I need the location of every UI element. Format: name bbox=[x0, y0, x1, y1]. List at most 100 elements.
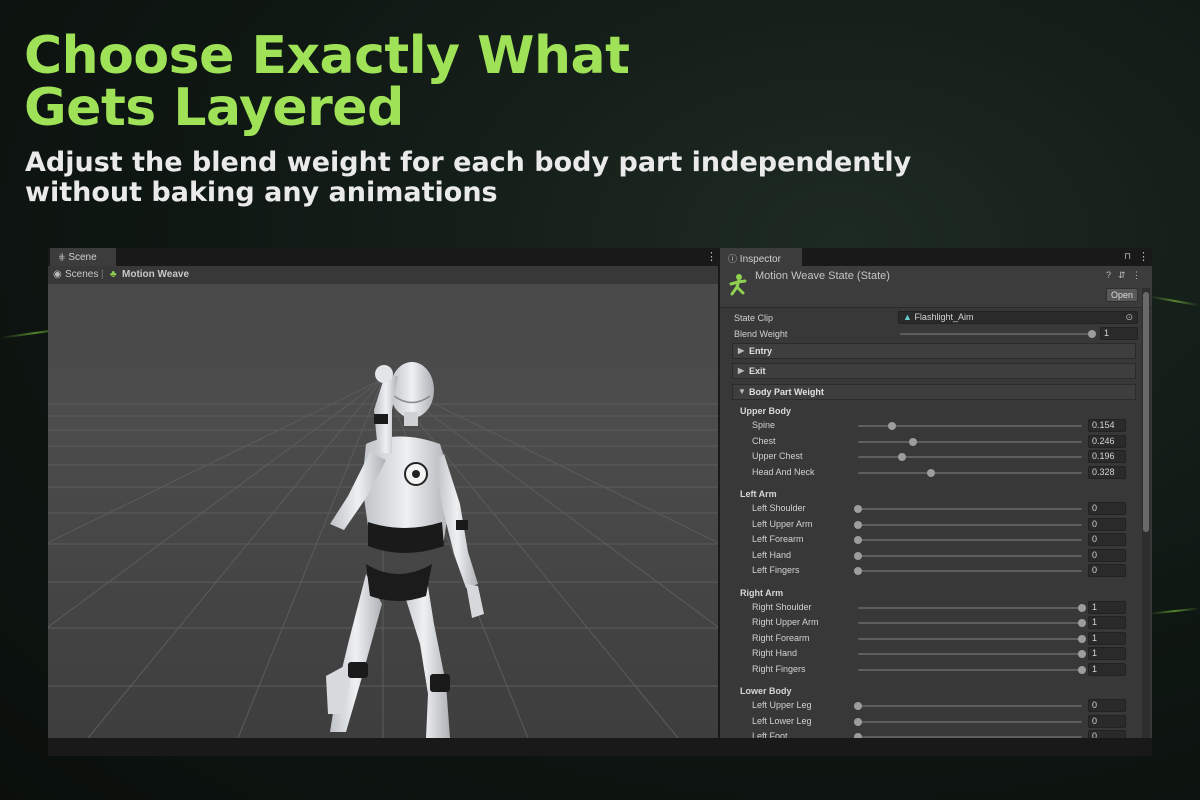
weight-value-field[interactable]: 0 bbox=[1088, 714, 1126, 728]
weight-slider-knob[interactable] bbox=[854, 536, 862, 544]
weight-value-field[interactable]: 0.246 bbox=[1088, 434, 1126, 448]
weight-slider-knob[interactable] bbox=[854, 567, 862, 575]
tab-scene[interactable]: ⋕ Scene bbox=[50, 248, 116, 266]
tab-inspector[interactable]: ⓘ Inspector bbox=[720, 248, 802, 266]
weight-slider-knob[interactable] bbox=[1078, 650, 1086, 658]
weight-value-field[interactable]: 1 bbox=[1088, 631, 1126, 645]
weight-slider-knob[interactable] bbox=[927, 468, 936, 477]
weight-value-field[interactable]: 0 bbox=[1088, 533, 1126, 546]
open-button[interactable]: Open bbox=[1106, 288, 1138, 302]
weight-value-field[interactable]: 0.154 bbox=[1088, 419, 1126, 432]
foldout-body-part-weight[interactable]: ▼ Body Part Weight bbox=[732, 384, 1136, 400]
body-part-label: Right Fingers bbox=[752, 663, 806, 674]
motion-weave-state-icon bbox=[729, 274, 747, 296]
weight-slider-knob[interactable] bbox=[888, 422, 897, 430]
weight-slider-track[interactable] bbox=[858, 554, 1082, 557]
weight-slider-track[interactable] bbox=[858, 539, 1082, 541]
breadcrumb-scenes[interactable]: Scenes bbox=[65, 269, 98, 280]
weight-slider-track[interactable] bbox=[858, 705, 1082, 707]
weight-slider-track[interactable] bbox=[858, 720, 1082, 723]
breadcrumb: ◉ Scenes | ♣ Motion Weave bbox=[48, 266, 718, 284]
group-label: Right Arm bbox=[740, 587, 784, 598]
weight-value-field[interactable]: 0.328 bbox=[1088, 465, 1126, 479]
foldout-exit[interactable]: ▶ Exit bbox=[732, 363, 1136, 379]
weight-slider-track[interactable] bbox=[858, 653, 1082, 655]
foldout-entry[interactable]: ▶ Entry bbox=[732, 343, 1136, 359]
weight-slider-knob[interactable] bbox=[1078, 634, 1086, 643]
weight-slider-knob[interactable] bbox=[854, 505, 862, 513]
foldout-entry-label: Entry bbox=[749, 346, 773, 356]
weight-slider-knob[interactable] bbox=[854, 551, 862, 560]
headline-line-1: Choose Exactly What bbox=[24, 26, 630, 86]
weight-slider-knob[interactable] bbox=[854, 520, 862, 529]
subheadline-line-1: Adjust the blend weight for each body pa… bbox=[25, 147, 912, 178]
weight-slider-track[interactable] bbox=[858, 736, 1082, 738]
body-part-label: Head And Neck bbox=[752, 466, 815, 477]
info-icon: ⓘ bbox=[728, 254, 738, 264]
weight-slider-track[interactable] bbox=[858, 570, 1082, 572]
weight-value-field[interactable]: 0 bbox=[1088, 730, 1126, 738]
kebab-menu-icon[interactable]: ⋮ bbox=[1132, 270, 1141, 281]
blend-weight-value[interactable]: 1 bbox=[1100, 327, 1138, 340]
object-picker-icon[interactable]: ⊙ bbox=[1125, 312, 1133, 323]
unity-editor-window: ⋕ Scene ⋮ ◉ Scenes | ♣ Motion Weave ⓘ In… bbox=[48, 248, 1152, 756]
blend-weight-slider-track[interactable] bbox=[900, 333, 1094, 335]
weight-slider-track[interactable] bbox=[858, 637, 1082, 640]
weight-value-field[interactable]: 0 bbox=[1088, 502, 1126, 515]
chevron-right-icon: ▶ bbox=[738, 366, 745, 375]
scrollbar-thumb[interactable] bbox=[1143, 292, 1149, 532]
foldout-body-part-weight-label: Body Part Weight bbox=[749, 387, 824, 397]
kebab-menu-icon[interactable]: ⋮ bbox=[1138, 250, 1149, 263]
weight-value-field[interactable]: 1 bbox=[1088, 600, 1126, 614]
breadcrumb-motion-weave[interactable]: Motion Weave bbox=[122, 269, 189, 280]
weight-slider-track[interactable] bbox=[858, 622, 1082, 624]
weight-slider-track[interactable] bbox=[858, 440, 1082, 443]
preset-icon[interactable]: ⇵ bbox=[1118, 270, 1126, 281]
weight-value-field[interactable]: 1 bbox=[1088, 616, 1126, 629]
weight-slider-knob[interactable] bbox=[854, 717, 862, 726]
chevron-down-icon: ▼ bbox=[738, 387, 746, 396]
help-icon[interactable]: ? bbox=[1106, 270, 1111, 280]
weight-slider-track[interactable] bbox=[858, 508, 1082, 510]
scene-viewport[interactable] bbox=[48, 284, 718, 738]
weight-slider-track[interactable] bbox=[858, 471, 1082, 474]
weight-slider-knob[interactable] bbox=[854, 702, 862, 710]
kebab-menu-icon[interactable]: ⋮ bbox=[706, 250, 717, 263]
breadcrumb-separator: | bbox=[101, 269, 104, 280]
body-part-label: Right Hand bbox=[752, 648, 798, 658]
weight-slider-knob[interactable] bbox=[909, 437, 918, 446]
state-clip-label: State Clip bbox=[734, 313, 774, 323]
body-part-label: Left Fingers bbox=[752, 565, 800, 575]
inspector-title: Motion Weave State (State) bbox=[755, 270, 890, 282]
body-part-label: Left Foot bbox=[752, 731, 788, 738]
lock-icon[interactable]: ⊓ bbox=[1124, 251, 1131, 262]
inspector-scrollbar[interactable] bbox=[1142, 288, 1150, 738]
scene-panel: ⋕ Scene ⋮ ◉ Scenes | ♣ Motion Weave bbox=[48, 248, 718, 738]
body-part-label: Left Hand bbox=[752, 549, 792, 560]
weight-slider-track[interactable] bbox=[858, 523, 1082, 526]
state-clip-field[interactable]: ▲ Flashlight_Aim ⊙ bbox=[898, 311, 1138, 324]
headline: Choose Exactly What Gets Layered bbox=[24, 26, 630, 134]
body-part-label: Right Forearm bbox=[752, 632, 810, 643]
weight-slider-knob[interactable] bbox=[897, 453, 906, 461]
weight-slider-track[interactable] bbox=[858, 606, 1082, 609]
weight-value-field[interactable]: 0 bbox=[1088, 548, 1126, 562]
weight-slider-knob[interactable] bbox=[1078, 603, 1086, 612]
weight-value-field[interactable]: 0 bbox=[1088, 699, 1126, 712]
body-part-label: Left Lower Leg bbox=[752, 715, 812, 726]
weight-slider-knob[interactable] bbox=[1078, 619, 1086, 627]
weight-value-field[interactable]: 0.196 bbox=[1088, 450, 1126, 463]
body-part-label: Chest bbox=[752, 435, 776, 446]
weight-value-field[interactable]: 0 bbox=[1088, 517, 1126, 531]
weight-slider-knob[interactable] bbox=[854, 733, 862, 738]
blend-weight-slider-knob[interactable] bbox=[1088, 330, 1096, 338]
background-streak bbox=[1150, 295, 1200, 307]
weight-value-field[interactable]: 1 bbox=[1088, 662, 1126, 676]
weight-value-field[interactable]: 0 bbox=[1088, 564, 1126, 577]
weight-value-field[interactable]: 1 bbox=[1088, 647, 1126, 660]
weight-slider-track[interactable] bbox=[858, 668, 1082, 671]
weight-slider-knob[interactable] bbox=[1078, 665, 1086, 674]
weight-slider-track[interactable] bbox=[858, 456, 1082, 458]
subheadline: Adjust the blend weight for each body pa… bbox=[25, 148, 911, 208]
state-clip-value: Flashlight_Aim bbox=[914, 312, 974, 322]
